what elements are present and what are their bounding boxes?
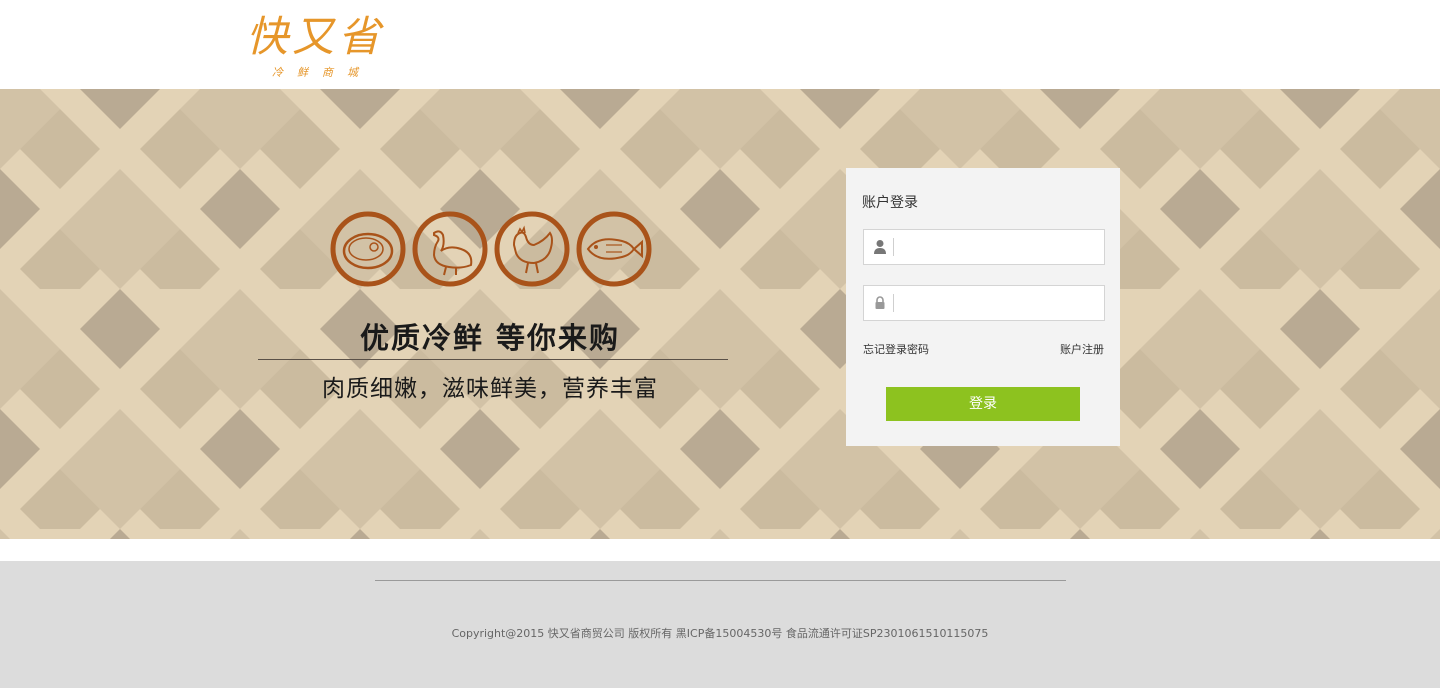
logo-sub-text: 冷鲜商城 [272,66,372,79]
hero-slogan: 优质冷鲜 等你来购 [359,321,621,355]
logo-main-text: 快又省 [246,12,385,61]
logo[interactable]: 快又省 冷鲜商城 [246,12,396,82]
lock-icon [875,296,885,309]
user-icon [874,240,886,254]
login-title: 账户登录 [862,195,918,211]
rooster-icon [494,211,570,287]
hero: 优质冷鲜 等你来购 肉质细嫩，滋味鲜美，营养丰富 [250,209,730,409]
header: 快又省 冷鲜商城 [0,0,1440,89]
username-input[interactable] [898,232,1102,262]
forgot-password-link[interactable]: 忘记登录密码 [863,341,929,357]
footer: Copyright@2015 快又省商贸公司 版权所有 黑ICP备1500453… [0,561,1440,688]
username-separator [893,238,894,256]
fish-icon [576,211,652,287]
password-input[interactable] [898,288,1102,318]
footer-divider [375,580,1066,581]
register-link[interactable]: 账户注册 [1060,341,1104,357]
product-icons [330,211,660,291]
banner: 优质冷鲜 等你来购 肉质细嫩，滋味鲜美，营养丰富 账户登录 忘记登录密码 账户注… [0,89,1440,539]
password-separator [893,294,894,312]
hero-tagline: 肉质细嫩，滋味鲜美，营养丰富 [322,376,658,402]
login-button[interactable]: 登录 [886,387,1080,421]
login-panel: 账户登录 忘记登录密码 账户注册 登录 [846,168,1120,446]
copyright-text: Copyright@2015 快又省商贸公司 版权所有 黑ICP备1500453… [451,627,989,640]
goose-icon [412,211,488,287]
username-field[interactable] [863,229,1105,265]
steak-icon [330,211,406,287]
hero-divider [258,359,728,360]
password-field[interactable] [863,285,1105,321]
